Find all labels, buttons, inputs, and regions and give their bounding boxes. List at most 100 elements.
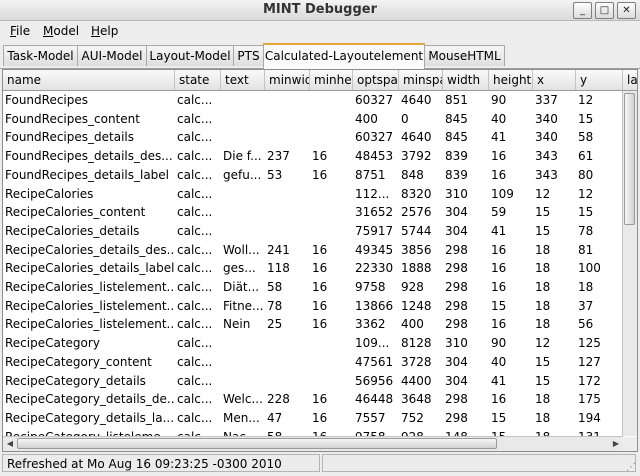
cell-state: calc...: [177, 167, 213, 182]
table-row[interactable]: FoundRecipes_content calc... 400 0 845 40 340 1…: [3, 110, 623, 129]
tab-task-model[interactable]: Task-Model: [3, 45, 78, 66]
table-row[interactable]: RecipeCalories_listelement... calc... Nein…: [3, 315, 623, 334]
cell-minwid: [265, 353, 310, 371]
horizontal-scrollbar[interactable]: ◀ ▶: [3, 436, 623, 451]
table-row[interactable]: RecipeCategory_details calc... 56956 4400 30…: [3, 372, 623, 391]
cell-height: 15: [491, 298, 507, 313]
maximize-button[interactable]: □: [595, 2, 614, 19]
cell-minspa: 5744: [401, 223, 432, 238]
table-row[interactable]: FoundRecipes_details_label calc... gefu...…: [3, 166, 623, 185]
cell-optspa: 3362: [355, 317, 386, 332]
cell-y: 15: [578, 205, 594, 220]
column-header-name[interactable]: name: [3, 70, 175, 90]
menu-help[interactable]: Help: [91, 24, 118, 38]
cell-minwid: [265, 203, 310, 221]
vertical-scrollbar[interactable]: [622, 91, 637, 436]
cell-minwid: 47: [267, 410, 283, 425]
cell-state: calc...: [177, 149, 213, 164]
column-header-height[interactable]: height: [489, 70, 533, 90]
cell-x: 18: [535, 298, 551, 313]
table-row[interactable]: FoundRecipes_details_des... calc... Die f.…: [3, 147, 623, 166]
tab-calculated-layoutelement[interactable]: Calculated-Layoutelement: [263, 43, 425, 69]
table-row[interactable]: RecipeCalories_details_des... calc... Woll…: [3, 241, 623, 260]
cell-y: 37: [578, 298, 594, 313]
cell-minhei: [310, 334, 353, 352]
cell-text: ges...: [223, 261, 256, 276]
column-header-width[interactable]: width: [443, 70, 489, 90]
column-header-x[interactable]: x: [533, 70, 576, 90]
column-header-optspa[interactable]: optspa: [353, 70, 399, 90]
cell-minwid: 58: [265, 428, 310, 436]
cell-state: calc...: [177, 392, 213, 407]
table-row[interactable]: RecipeCalories_content calc... 31652 2576 30…: [3, 203, 623, 222]
table-row[interactable]: RecipeCalories_listelement... calc... Fitn…: [3, 297, 623, 316]
menu-file[interactable]: File: [10, 24, 30, 38]
status-secondary: [322, 454, 636, 472]
cell-minhei: 16: [312, 280, 328, 294]
column-header-state[interactable]: state: [175, 70, 221, 90]
cell-state: calc...: [177, 261, 213, 276]
minimize-button[interactable]: _: [573, 2, 592, 19]
cell-state: calc...: [177, 410, 213, 425]
scroll-corner: [623, 437, 637, 451]
table-row[interactable]: RecipeCategory_details_la... calc... Men..…: [3, 409, 623, 428]
resize-grip-icon[interactable]: ⋰: [626, 462, 638, 474]
column-header-minhei[interactable]: minhei: [310, 70, 353, 90]
table-row[interactable]: RecipeCalories_details_label calc... ges..…: [3, 259, 623, 278]
cell-name: RecipeCategory_details_de...: [5, 392, 175, 407]
cell-name: RecipeCategory_content: [5, 354, 152, 369]
tab-aui-model[interactable]: AUI-Model: [77, 45, 147, 66]
horizontal-scroll-thumb[interactable]: [17, 438, 497, 449]
cell-name: FoundRecipes_details_label: [5, 167, 170, 182]
cell-height: 16: [491, 167, 507, 182]
menu-model-mnemonic: M: [43, 24, 54, 38]
cell-x: 343: [535, 167, 558, 182]
window-titlebar[interactable]: MINT Debugger _ □ ✕: [0, 0, 640, 21]
cell-minhei: [310, 203, 353, 221]
cell-state: calc...: [177, 317, 213, 332]
cell-optspa: 109...: [355, 336, 390, 351]
scroll-left-arrow-icon[interactable]: ◀: [4, 438, 16, 450]
table-row[interactable]: RecipeCalories calc... 112... 8320 310 109 12 1…: [3, 185, 623, 204]
cell-name: FoundRecipes_details: [5, 130, 134, 145]
tab-mousehtml[interactable]: MouseHTML: [424, 45, 505, 66]
cell-name: RecipeCalories_listelement...: [5, 298, 175, 313]
cell-optspa: 48453: [355, 149, 394, 164]
column-header-lay[interactable]: lay: [623, 70, 637, 90]
cell-name: FoundRecipes: [5, 93, 89, 107]
menu-model[interactable]: Model: [43, 24, 79, 38]
table-row[interactable]: FoundRecipes_details calc... 60327 4640 845 4…: [3, 128, 623, 147]
cell-text: [221, 334, 265, 352]
close-button[interactable]: ✕: [617, 2, 636, 19]
table-row[interactable]: RecipeCategory_content calc... 47561 3728 30…: [3, 353, 623, 372]
cell-optspa: 31652: [355, 205, 394, 220]
cell-minspa: 8128: [401, 336, 432, 351]
cell-x: 12: [535, 186, 551, 201]
menu-bar: File Model Help: [0, 21, 640, 41]
table-row[interactable]: RecipeCategory calc... 109... 8128 310 90 12 12…: [3, 334, 623, 353]
cell-minwid: 58: [267, 280, 283, 294]
table-row[interactable]: FoundRecipescalc...60327464085190337122: [3, 91, 623, 110]
column-header-minwid[interactable]: minwid: [265, 70, 310, 90]
column-header-y[interactable]: y: [576, 70, 623, 90]
cell-minwid: 118: [267, 261, 290, 276]
tab-pts[interactable]: PTS: [233, 45, 264, 66]
table-row[interactable]: RecipeCategory_listeleme...calc...Nac...…: [3, 428, 623, 436]
cell-optspa: 7557: [355, 410, 386, 425]
tab-layout-model[interactable]: Layout-Model: [146, 45, 234, 66]
vertical-scroll-thumb[interactable]: [624, 93, 635, 225]
table-row[interactable]: RecipeCalories_details calc... 75917 5744 30…: [3, 222, 623, 241]
table-row[interactable]: RecipeCalories_listelement... calc... Diät…: [3, 278, 623, 297]
cell-state: calc...: [177, 280, 213, 294]
cell-state: calc...: [177, 93, 213, 107]
scroll-right-arrow-icon[interactable]: ▶: [610, 438, 622, 450]
cell-name: FoundRecipes_content: [5, 111, 140, 126]
cell-text: [221, 222, 265, 240]
column-header-text[interactable]: text: [221, 70, 265, 90]
column-header-minspa[interactable]: minspa: [399, 70, 443, 90]
cell-minspa: 400: [401, 317, 424, 332]
cell-height: 15: [491, 410, 507, 425]
table-row[interactable]: RecipeCategory_details_de... calc... Welc.…: [3, 390, 623, 409]
layout-element-table[interactable]: name state text minwid minhei optspa minspa wid…: [2, 69, 638, 452]
cell-x: 18: [535, 410, 551, 425]
